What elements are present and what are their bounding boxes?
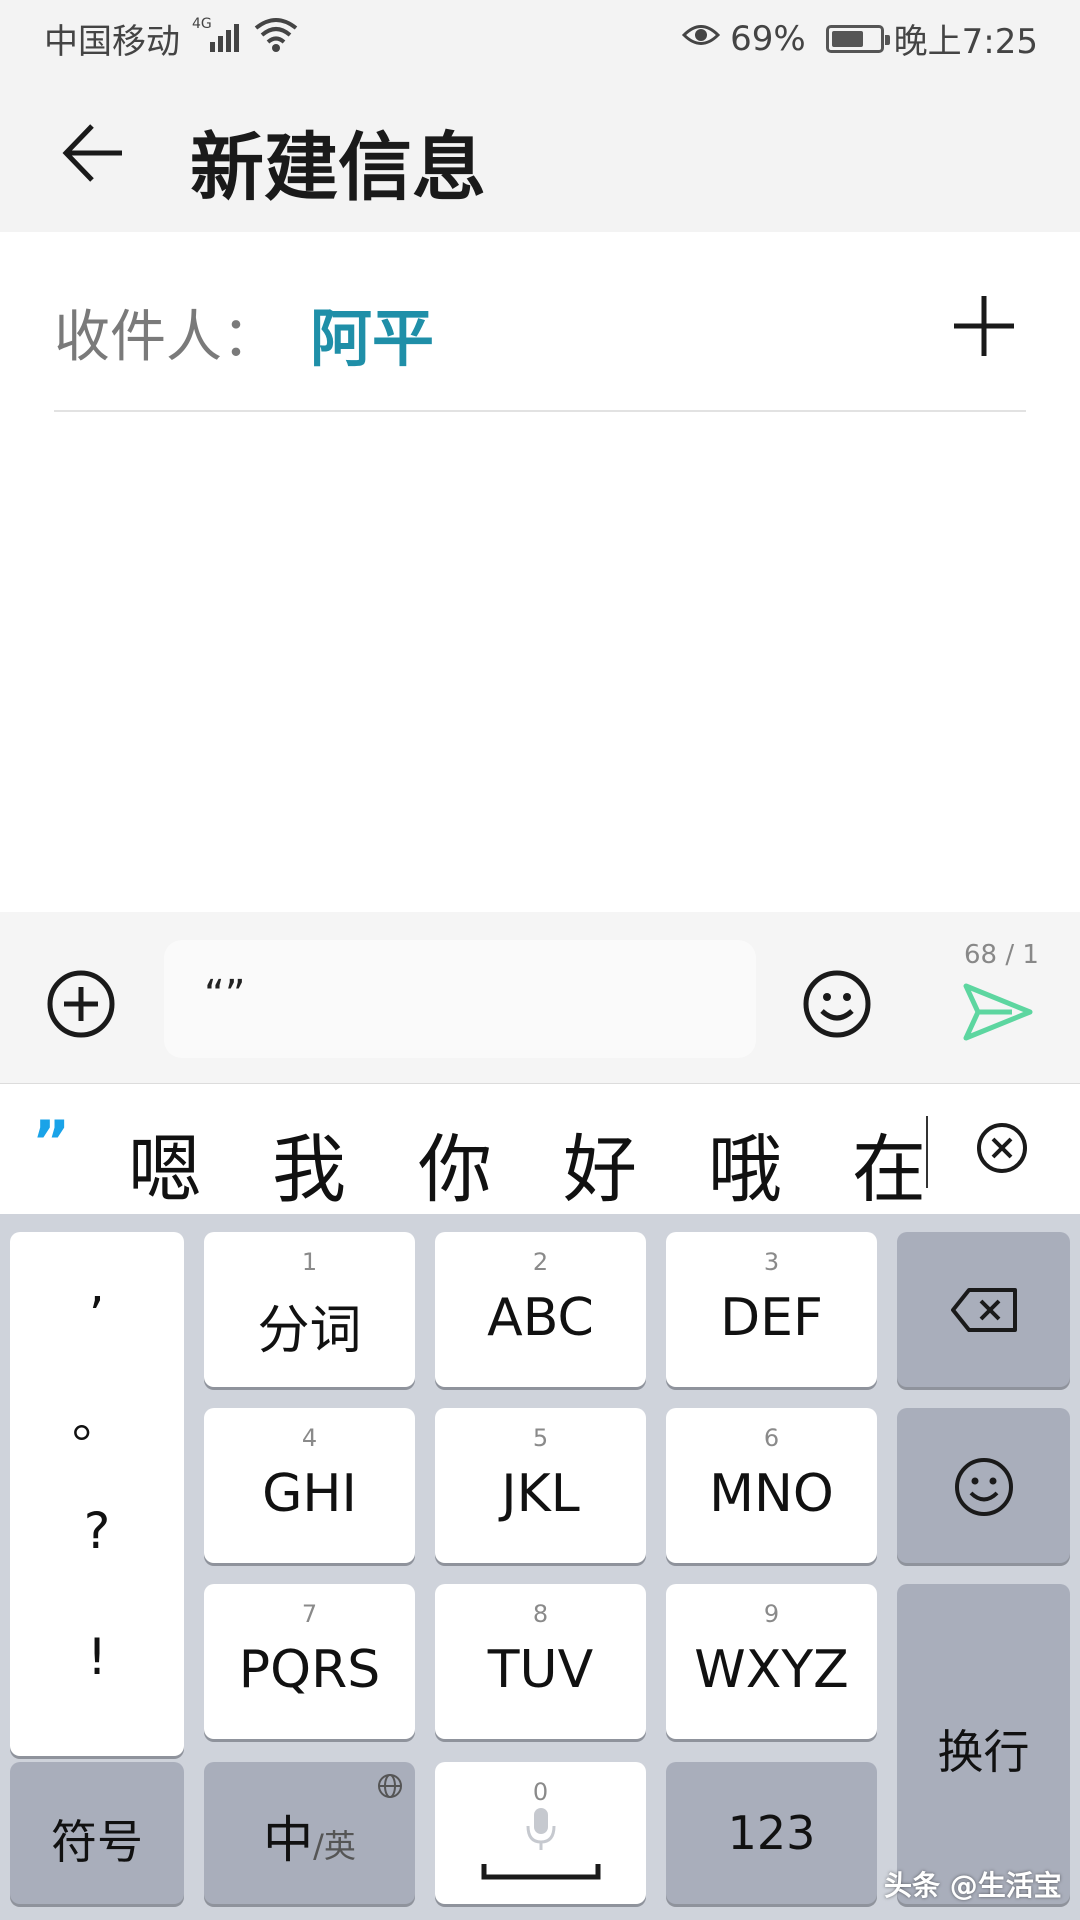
recipient-chip[interactable]: 阿平 <box>310 288 434 378</box>
candidate-bar: ” 嗯 我 你 好 哦 在 <box>0 1084 1080 1214</box>
candidate-item[interactable]: 在 <box>852 1110 926 1217</box>
key-number: 6 <box>763 1424 780 1452</box>
key-4[interactable]: 4 GHI <box>204 1408 415 1563</box>
enter-label: 换行 <box>937 1725 1030 1779</box>
back-arrow-icon[interactable] <box>58 118 128 188</box>
punctuation-column[interactable]: , 。 ? ! <box>10 1232 184 1756</box>
message-input[interactable]: “” <box>164 940 756 1058</box>
close-circle-icon[interactable] <box>976 1122 1028 1174</box>
key-7[interactable]: 7 PQRS <box>204 1584 415 1739</box>
backspace-button[interactable] <box>897 1232 1070 1387</box>
punct-question[interactable]: ? <box>10 1502 184 1560</box>
language-label: 中/英 <box>204 1800 415 1872</box>
enter-key[interactable]: 换行 <box>897 1584 1070 1904</box>
key-6[interactable]: 6 MNO <box>666 1408 877 1563</box>
status-bar: 中国移动 4G 69% 晚上7:25 <box>0 0 1080 76</box>
carrier-name: 中国移动 <box>44 22 180 62</box>
message-text: “” <box>204 972 246 1018</box>
symbols-label: 符号 <box>51 1815 143 1869</box>
signal-icon: 4G <box>192 14 252 62</box>
battery-tip <box>884 34 890 45</box>
key-1[interactable]: 1 分词 <box>204 1232 415 1387</box>
key-9[interactable]: 9 WXYZ <box>666 1584 877 1739</box>
page-title: 新建信息 <box>190 125 486 211</box>
key-number: 5 <box>532 1424 549 1452</box>
key-number: 1 <box>301 1248 318 1276</box>
svg-text:4G: 4G <box>192 16 212 32</box>
emoji-icon[interactable] <box>802 969 872 1039</box>
wifi-icon <box>252 14 300 62</box>
attach-plus-icon[interactable] <box>46 969 116 1039</box>
candidate-item[interactable]: 好 <box>563 1110 637 1217</box>
key-number: 2 <box>532 1248 549 1276</box>
status-right: 69% 晚上7:25 <box>681 14 1038 63</box>
battery-percent: 69% <box>730 18 806 59</box>
punct-comma[interactable]: , <box>10 1256 184 1314</box>
key-label: WXYZ <box>694 1640 849 1700</box>
space-key[interactable]: 0 <box>435 1762 646 1904</box>
numbers-key[interactable]: 123 <box>666 1762 877 1904</box>
lang-alt: /英 <box>313 1827 356 1865</box>
clock: 晚上7:25 <box>893 22 1038 62</box>
key-label: PQRS <box>238 1640 381 1700</box>
send-icon[interactable] <box>962 982 1034 1042</box>
symbols-key[interactable]: 符号 <box>10 1762 184 1904</box>
battery-icon <box>825 24 890 53</box>
eye-comfort-icon <box>681 19 721 59</box>
key-label: TUV <box>487 1640 594 1700</box>
smiley-icon <box>953 1456 1015 1522</box>
candidate-item[interactable]: 哦 <box>708 1110 782 1217</box>
key-number: 8 <box>532 1600 549 1628</box>
key-label: JKL <box>501 1464 580 1524</box>
watermark: 头条 @生活宝 <box>884 1869 1062 1902</box>
language-toggle-key[interactable]: 中/英 <box>204 1762 415 1904</box>
microphone-icon <box>525 1806 557 1856</box>
keyboard: , 。 ? ! 1 分词 2 ABC 3 DEF 4 GHI 5 JKL 6 M… <box>0 1214 1080 1920</box>
key-label: GHI <box>262 1464 357 1524</box>
battery-fill <box>831 30 864 47</box>
key-number: 4 <box>301 1424 318 1452</box>
emoji-key[interactable] <box>897 1408 1070 1563</box>
candidate-item[interactable]: 你 <box>418 1110 492 1217</box>
message-area[interactable] <box>0 412 1080 912</box>
candidate-item[interactable]: 嗯 <box>128 1110 202 1217</box>
key-label: MNO <box>709 1464 834 1524</box>
recipient-label: 收件人： <box>54 305 278 370</box>
punct-period[interactable]: 。 <box>10 1380 184 1452</box>
candidate-item[interactable]: 我 <box>272 1110 346 1217</box>
text-cursor <box>926 1116 928 1188</box>
char-counter: 68 / 1 <box>964 940 1039 970</box>
backspace-icon <box>949 1286 1019 1338</box>
key-5[interactable]: 5 JKL <box>435 1408 646 1563</box>
key-number: 3 <box>763 1248 780 1276</box>
composer-bar: “” 68 / 1 <box>0 912 1080 1084</box>
key-label: ABC <box>487 1288 594 1348</box>
numbers-label: 123 <box>727 1806 816 1860</box>
recipient-row: 收件人： 阿平 <box>0 232 1080 412</box>
key-number: 9 <box>763 1600 780 1628</box>
key-number: 7 <box>301 1600 318 1628</box>
key-label: 分词 <box>257 1301 362 1361</box>
key-3[interactable]: 3 DEF <box>666 1232 877 1387</box>
lang-main: 中 <box>263 1811 314 1869</box>
space-bar-icon <box>481 1862 601 1884</box>
key-2[interactable]: 2 ABC <box>435 1232 646 1387</box>
app-bar: 新建信息 <box>0 76 1080 232</box>
key-8[interactable]: 8 TUV <box>435 1584 646 1739</box>
key-number: 0 <box>532 1778 549 1806</box>
candidate-quote[interactable]: ” <box>32 1108 70 1176</box>
punct-exclaim[interactable]: ! <box>10 1628 184 1686</box>
add-recipient-icon[interactable] <box>952 294 1016 358</box>
key-label: DEF <box>720 1288 823 1348</box>
